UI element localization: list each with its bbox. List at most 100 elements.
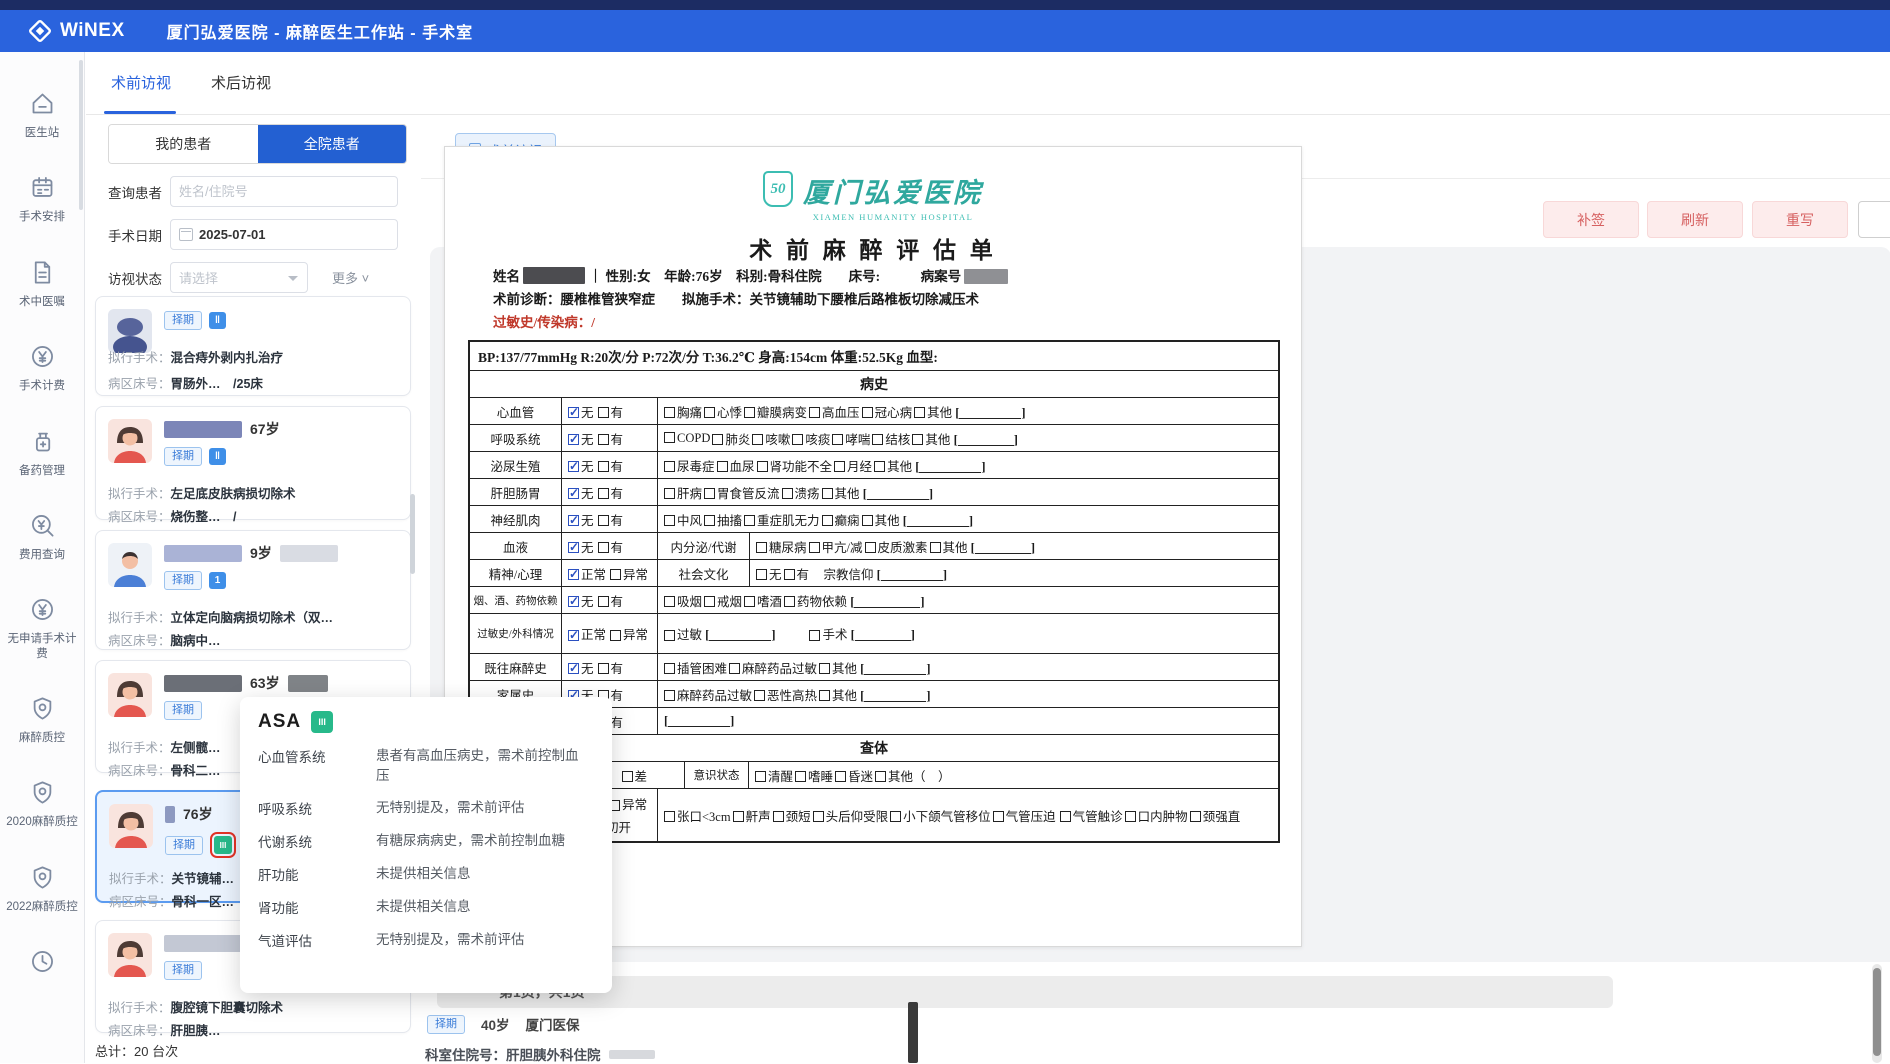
form-checkbox[interactable] bbox=[835, 771, 846, 782]
form-checkbox[interactable] bbox=[598, 596, 609, 607]
form-checkbox[interactable] bbox=[754, 690, 765, 701]
rewrite-button[interactable]: 重写 bbox=[1752, 201, 1848, 238]
form-checkbox[interactable] bbox=[822, 488, 833, 499]
supplement-sign-button[interactable]: 补签 bbox=[1543, 201, 1639, 238]
sidebar-scrollbar[interactable] bbox=[79, 60, 83, 210]
form-checkbox[interactable] bbox=[744, 596, 755, 607]
form-checkbox[interactable] bbox=[704, 515, 715, 526]
form-checkbox[interactable] bbox=[1060, 811, 1071, 822]
form-checkbox[interactable] bbox=[1190, 811, 1201, 822]
form-checkbox[interactable] bbox=[862, 407, 873, 418]
form-checkbox-checked[interactable] bbox=[568, 515, 579, 526]
all-patients-button[interactable]: 全院患者 bbox=[258, 125, 407, 163]
sidebar-item-麻醉质控[interactable]: 麻醉质控 bbox=[2, 695, 82, 745]
form-checkbox-checked[interactable] bbox=[568, 488, 579, 499]
form-checkbox[interactable] bbox=[664, 630, 675, 641]
patient-card[interactable]: 择期‖拟行手术：混合痔外剥内扎治疗病区床号：胃肠外… /25床 bbox=[95, 296, 411, 396]
form-checkbox[interactable] bbox=[809, 542, 820, 553]
sidebar-item-无申请手术计费[interactable]: 无申请手术计费 bbox=[2, 596, 82, 661]
form-checkbox[interactable] bbox=[1125, 811, 1136, 822]
form-checkbox[interactable] bbox=[756, 569, 767, 580]
form-checkbox-checked[interactable] bbox=[568, 461, 579, 472]
form-checkbox[interactable] bbox=[598, 515, 609, 526]
form-checkbox[interactable] bbox=[598, 461, 609, 472]
form-checkbox-checked[interactable] bbox=[568, 407, 579, 418]
form-checkbox[interactable] bbox=[598, 542, 609, 553]
form-checkbox[interactable] bbox=[809, 407, 820, 418]
refresh-button[interactable]: 刷新 bbox=[1647, 201, 1743, 238]
form-checkbox[interactable] bbox=[744, 515, 755, 526]
form-checkbox[interactable] bbox=[792, 434, 803, 445]
form-checkbox[interactable] bbox=[610, 630, 621, 641]
form-checkbox[interactable] bbox=[664, 515, 675, 526]
form-checkbox[interactable] bbox=[598, 434, 609, 445]
form-checkbox[interactable] bbox=[822, 515, 833, 526]
form-checkbox[interactable] bbox=[757, 461, 768, 472]
my-patients-button[interactable]: 我的患者 bbox=[109, 125, 258, 163]
form-checkbox[interactable] bbox=[784, 596, 795, 607]
form-checkbox[interactable] bbox=[733, 811, 744, 822]
page-scrollbar-track[interactable] bbox=[1872, 964, 1882, 1063]
form-checkbox[interactable] bbox=[664, 432, 675, 443]
form-checkbox[interactable] bbox=[756, 542, 767, 553]
form-checkbox[interactable] bbox=[704, 407, 715, 418]
form-checkbox[interactable] bbox=[872, 434, 883, 445]
form-checkbox[interactable] bbox=[890, 811, 901, 822]
patient-card[interactable]: 67岁择期‖拟行手术：左足底皮肤病损切除术病区床号：烧伤整… / bbox=[95, 406, 411, 520]
form-checkbox[interactable] bbox=[610, 569, 621, 580]
form-checkbox[interactable] bbox=[598, 488, 609, 499]
sidebar-item-费用查询[interactable]: 费用查询 bbox=[2, 512, 82, 562]
form-checkbox[interactable] bbox=[865, 542, 876, 553]
form-checkbox-checked[interactable] bbox=[568, 542, 579, 553]
form-checkbox[interactable] bbox=[729, 663, 740, 674]
sidebar-item-2022麻醉质控[interactable]: 2022麻醉质控 bbox=[2, 864, 82, 914]
form-checkbox[interactable] bbox=[773, 811, 784, 822]
form-checkbox[interactable] bbox=[819, 663, 830, 674]
form-checkbox-checked[interactable] bbox=[568, 663, 579, 674]
form-checkbox-checked[interactable] bbox=[568, 569, 579, 580]
form-checkbox[interactable] bbox=[664, 690, 675, 701]
tab-preop-visit[interactable]: 术前访视 bbox=[111, 72, 171, 93]
sidebar-item-医生站[interactable]: 医生站 bbox=[2, 90, 82, 140]
form-checkbox-checked[interactable] bbox=[568, 434, 579, 445]
form-checkbox[interactable] bbox=[744, 407, 755, 418]
form-checkbox[interactable] bbox=[819, 690, 830, 701]
form-checkbox[interactable] bbox=[875, 771, 886, 782]
sidebar-item-item-10[interactable] bbox=[2, 948, 82, 984]
form-checkbox[interactable] bbox=[712, 434, 723, 445]
form-checkbox[interactable] bbox=[704, 596, 715, 607]
form-checkbox[interactable] bbox=[782, 488, 793, 499]
sidebar-item-术中医嘱[interactable]: 术中医嘱 bbox=[2, 259, 82, 309]
form-checkbox[interactable] bbox=[993, 811, 1004, 822]
cutoff-button[interactable] bbox=[1858, 201, 1890, 238]
patient-search-input[interactable] bbox=[170, 176, 398, 207]
form-checkbox-checked[interactable] bbox=[568, 630, 579, 641]
more-filters-link[interactable]: 更多 ˅ bbox=[332, 268, 369, 287]
form-checkbox[interactable] bbox=[874, 461, 885, 472]
form-checkbox[interactable] bbox=[664, 488, 675, 499]
form-checkbox[interactable] bbox=[664, 596, 675, 607]
form-checkbox[interactable] bbox=[598, 407, 609, 418]
tab-postop-visit[interactable]: 术后访视 bbox=[211, 72, 271, 93]
sidebar-item-2020麻醉质控[interactable]: 2020麻醉质控 bbox=[2, 779, 82, 829]
page-scrollbar-thumb[interactable] bbox=[1873, 968, 1881, 1056]
form-checkbox[interactable] bbox=[755, 771, 766, 782]
form-checkbox[interactable] bbox=[622, 771, 633, 782]
form-checkbox-checked[interactable] bbox=[568, 596, 579, 607]
form-checkbox[interactable] bbox=[784, 569, 795, 580]
form-checkbox[interactable] bbox=[862, 515, 873, 526]
form-checkbox[interactable] bbox=[813, 811, 824, 822]
sidebar-item-手术安排[interactable]: 手术安排 bbox=[2, 174, 82, 224]
form-checkbox[interactable] bbox=[912, 434, 923, 445]
form-checkbox[interactable] bbox=[717, 461, 728, 472]
asa-badge[interactable]: III bbox=[214, 836, 232, 854]
form-checkbox[interactable] bbox=[664, 461, 675, 472]
patient-card[interactable]: 9岁择期1拟行手术：立体定向脑病损切除术（双…病区床号：脑病中… bbox=[95, 530, 411, 650]
visit-status-select[interactable]: 请选择 bbox=[170, 262, 308, 293]
form-checkbox[interactable] bbox=[914, 407, 925, 418]
form-checkbox[interactable] bbox=[664, 407, 675, 418]
form-checkbox[interactable] bbox=[834, 461, 845, 472]
sidebar-item-备药管理[interactable]: 备药管理 bbox=[2, 428, 82, 478]
form-checkbox[interactable] bbox=[809, 630, 820, 641]
form-checkbox[interactable] bbox=[664, 811, 675, 822]
